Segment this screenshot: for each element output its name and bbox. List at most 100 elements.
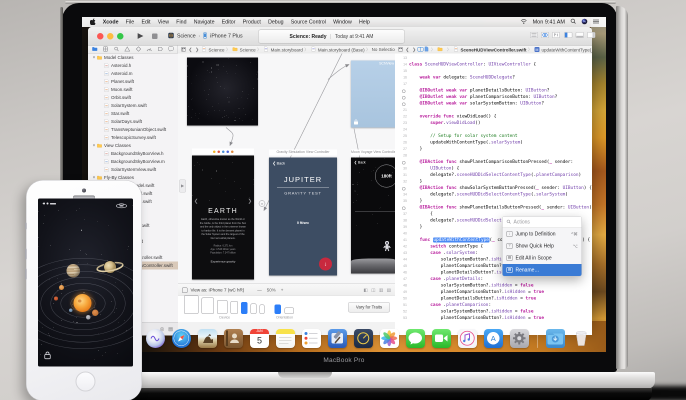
back-arrow[interactable]: ❮ — [406, 47, 410, 53]
menu-search-field[interactable]: Actions — [503, 217, 582, 229]
project-navigator-tab[interactable] — [92, 45, 98, 54]
scheme-selector[interactable]: Science › iPhone 7 Plus — [168, 31, 243, 41]
back-arrow[interactable]: ❮ — [189, 47, 193, 53]
file-row-star-swift[interactable]: Star.swift — [88, 110, 178, 118]
menu-help[interactable]: Help — [359, 19, 370, 25]
window-close-button[interactable] — [97, 33, 104, 40]
connection-well[interactable] — [402, 161, 406, 165]
menu-view[interactable]: View — [158, 19, 169, 25]
crumb-1[interactable]: Science — [232, 47, 256, 53]
window-minimize-button[interactable] — [107, 33, 114, 40]
zoom-out-button[interactable]: — — [257, 288, 262, 293]
wifi-icon[interactable] — [521, 19, 528, 26]
scene-dock-icons[interactable] — [192, 149, 254, 155]
menu-edit[interactable]: Edit — [141, 19, 150, 25]
file-row-telescopicsurvey-swift[interactable]: TelescopicSurvey.swift — [88, 134, 178, 142]
connection-well[interactable] — [402, 90, 406, 94]
file-row-asteroid-m[interactable]: Asteroid.m — [88, 70, 178, 78]
orientation-portrait[interactable] — [275, 305, 282, 315]
crumb-4[interactable]: No Selection — [372, 47, 396, 52]
find-navigator-tab[interactable] — [114, 45, 119, 54]
stop-button[interactable] — [152, 34, 158, 40]
menu-bar-clock[interactable]: Mon 9:41 AM — [533, 19, 565, 25]
report-navigator-tab[interactable] — [168, 45, 173, 54]
standard-editor-button[interactable] — [530, 32, 538, 41]
breakpoint-navigator-tab[interactable] — [158, 45, 163, 54]
menu-item-rename-[interactable]: ▤Rename… — [503, 264, 582, 276]
view-as-label[interactable]: View as: iPhone 7 (wC hR) — [191, 288, 245, 293]
scene-header-moon[interactable]: Moon Voyage View Controller — [351, 150, 395, 156]
outline-toggle-icon[interactable] — [182, 287, 188, 293]
crumb-file[interactable]: SceneHUDViewController.swift — [453, 47, 527, 53]
file-row-backgroundskyboxview-h[interactable]: BackgroundSkyBoxView.h — [88, 150, 178, 158]
crumb-2[interactable]: Main.storyboard — [263, 47, 303, 53]
file-row-model-classes[interactable]: ▼Model Classes — [88, 54, 178, 62]
zoom-level[interactable]: 50% — [267, 288, 276, 293]
menu-editor[interactable]: Editor — [222, 19, 236, 25]
spotlight-icon[interactable] — [571, 19, 577, 26]
device-option-2[interactable] — [217, 300, 228, 314]
planet-sun[interactable] — [74, 294, 92, 312]
next-planet-chevron[interactable]: ❯ — [248, 199, 252, 205]
dock-notes-icon[interactable] — [276, 329, 295, 348]
debug-navigator-tab[interactable] — [147, 45, 153, 54]
orientation-landscape[interactable] — [285, 308, 295, 315]
file-row-solardays-swift[interactable]: SolarDays.swift — [88, 118, 178, 126]
assistant-editor-button[interactable] — [541, 32, 549, 41]
siri-icon[interactable] — [582, 18, 588, 26]
file-row-planet-swift[interactable]: Planet.swift — [88, 78, 178, 86]
dock-contacts-icon[interactable] — [224, 329, 243, 348]
scene-earth-details[interactable]: ❮ ❯ EARTH Earth, otherwise known as the … — [192, 156, 254, 280]
scene-moon-voyage[interactable]: ❮ Back 180ft — [351, 158, 395, 274]
planet-earth[interactable] — [69, 309, 73, 313]
dock-photos-icon[interactable] — [380, 329, 399, 348]
storyboard-canvas[interactable]: × SCNView ❮ ❯ EARTH Earth, otherwise kno… — [178, 54, 395, 284]
drop-button[interactable]: ↓ — [319, 258, 332, 271]
dock-downloads-icon[interactable] — [546, 329, 565, 348]
planet-mars[interactable] — [54, 297, 58, 301]
navigator-toggle-button[interactable] — [564, 32, 573, 41]
related-items-icon[interactable] — [398, 47, 403, 53]
device-option-4[interactable] — [241, 302, 248, 314]
menu-window[interactable]: Window — [333, 19, 352, 25]
connection-well[interactable] — [402, 187, 406, 191]
scene-solar-system[interactable] — [187, 58, 258, 126]
planet-jupiter[interactable] — [67, 264, 81, 278]
counterparts-icon[interactable] — [418, 47, 424, 53]
connection-well[interactable] — [402, 96, 406, 100]
back-button[interactable]: ❮ Back — [354, 161, 366, 165]
device-option-0[interactable] — [184, 295, 199, 314]
file-row-asteroid-h[interactable]: Asteroid.h — [88, 62, 178, 70]
forward-arrow[interactable]: ❯ — [195, 47, 199, 53]
dock-safari-icon[interactable] — [172, 329, 191, 348]
crumb-3[interactable]: Main.storyboard (Base) — [310, 47, 365, 53]
utilities-toggle-button[interactable] — [587, 32, 596, 41]
dock-instruments-icon[interactable] — [354, 329, 373, 348]
zoom-in-button[interactable]: + — [281, 288, 284, 293]
dock-reminders-icon[interactable] — [302, 329, 321, 348]
menu-xcode[interactable]: Xcode — [103, 19, 119, 25]
dock-xcode-icon[interactable] — [328, 329, 347, 348]
vary-for-traits-button[interactable]: Vary for Traits — [348, 302, 390, 313]
notification-center-icon[interactable] — [593, 19, 599, 26]
pin-icon[interactable]: ◫ — [371, 287, 375, 293]
scene-scnview[interactable]: SCNView — [351, 61, 395, 128]
menu-navigate[interactable]: Navigate — [194, 19, 215, 25]
resolve-autolayout-icon[interactable]: ▥ — [379, 287, 383, 293]
file-row-backgroundskyboxview-m[interactable]: BackgroundSkyBoxView.m — [88, 158, 178, 166]
align-icon[interactable]: ◧ — [363, 287, 367, 293]
run-button[interactable]: ▶ — [133, 31, 148, 42]
device-option-6[interactable] — [260, 305, 265, 315]
window-zoom-button[interactable] — [117, 33, 124, 40]
crumb-0[interactable]: Science — [201, 47, 225, 53]
forward-arrow[interactable]: ❯ — [412, 47, 416, 53]
file-row-solarsystemview-swift[interactable]: SolarSystemView.swift — [88, 166, 178, 174]
device-option-3[interactable] — [231, 301, 239, 314]
symbol-navigator-tab[interactable] — [103, 45, 108, 54]
iphone-home-button[interactable] — [76, 372, 96, 392]
menu-source-control[interactable]: Source Control — [291, 19, 326, 25]
source-editor[interactable]: 1314class SceneHUDViewController: UIView… — [395, 54, 592, 336]
dock-messages-icon[interactable] — [406, 329, 425, 348]
planet-saturn[interactable] — [96, 257, 124, 278]
dock-trash-icon[interactable] — [572, 329, 591, 348]
